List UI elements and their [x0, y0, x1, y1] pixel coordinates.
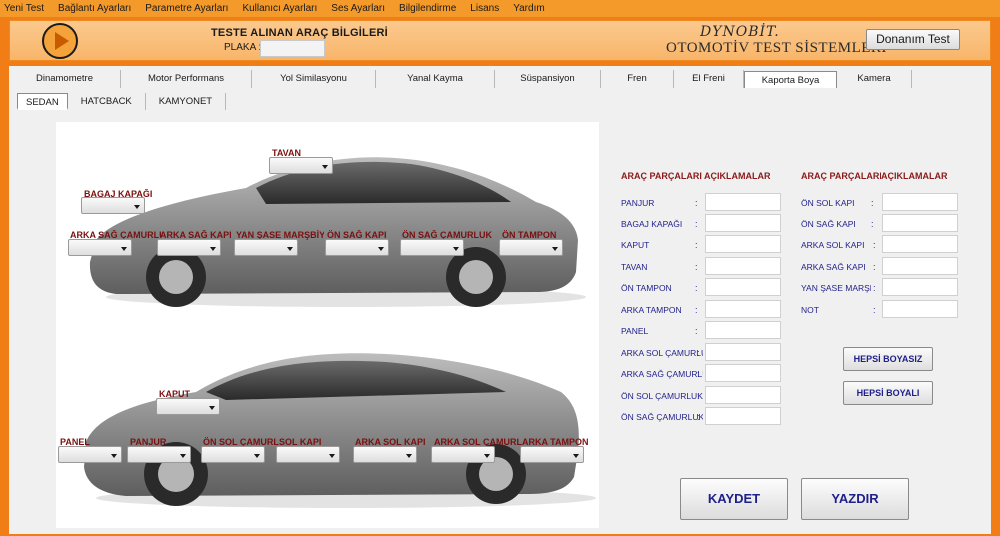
row-label-on-sol-kapi: ÖN SOL KAPI	[801, 198, 855, 208]
menu-yardim[interactable]: Yardım	[513, 3, 545, 14]
dropdown-arka-sol-camurluk[interactable]	[431, 446, 495, 463]
dropdown-arka-sag-camurluk[interactable]	[68, 239, 132, 256]
subtab-sedan[interactable]: SEDAN	[17, 93, 68, 110]
row-label-yan-sase: YAN ŞASE MARŞBİYEL	[801, 283, 871, 293]
menu-kullanici-ayarlari[interactable]: Kullanıcı Ayarları	[242, 3, 317, 14]
tab-suspansiyon[interactable]: Süspansiyon	[495, 70, 601, 88]
header-panel: TESTE ALINAN ARAÇ BİLGİLERİ PLAKA : DYNO…	[9, 20, 991, 61]
donanim-test-button[interactable]: Donanım Test	[866, 29, 960, 50]
input-on-sol-kapi[interactable]	[882, 193, 958, 211]
row-label-arka-tampon: ARKA TAMPON	[621, 305, 682, 315]
row-label-on-sag-camurluk: ÖN SAĞ ÇAMURLUK	[621, 412, 703, 422]
row-label-panjur: PANJUR	[621, 198, 655, 208]
tab-fren[interactable]: Fren	[601, 70, 674, 88]
plaka-input[interactable]	[260, 40, 325, 57]
input-on-sag-camurluk[interactable]	[705, 407, 781, 425]
row-label-not: NOT	[801, 305, 819, 315]
input-panjur[interactable]	[705, 193, 781, 211]
input-yan-sase[interactable]	[882, 278, 958, 296]
dropdown-kaput[interactable]	[156, 398, 220, 415]
dropdown-arka-sag-kapi[interactable]	[157, 239, 221, 256]
row-label-arka-sag-camurluk: ARKA SAĞ ÇAMURLUK	[621, 369, 703, 379]
row-label-panel: PANEL	[621, 326, 649, 336]
left-table-header-part: ARAÇ PARÇALARI	[621, 171, 702, 181]
row-label-on-tampon: ÖN TAMPON	[621, 283, 672, 293]
dropdown-yan-sase[interactable]	[234, 239, 298, 256]
menu-parametre-ayarlari[interactable]: Parametre Ayarları	[145, 3, 228, 14]
car-illustration	[84, 157, 596, 508]
input-kaput[interactable]	[705, 235, 781, 253]
menu-bilgilendirme[interactable]: Bilgilendirme	[399, 3, 456, 14]
dropdown-on-sol-kapi[interactable]	[276, 446, 340, 463]
row-label-bagaj-kapagi: BAGAJ KAPAĞI	[621, 219, 683, 229]
dropdown-on-tampon[interactable]	[499, 239, 563, 256]
tab-dinamometre[interactable]: Dinamometre	[9, 70, 121, 88]
menu-bar: Yeni Test Bağlantı Ayarları Parametre Ay…	[0, 0, 1000, 17]
hepsi-boyali-button[interactable]: HEPSİ BOYALI	[843, 381, 933, 405]
row-label-arka-sag-kapi: ARKA SAĞ KAPI	[801, 262, 866, 272]
input-on-tampon[interactable]	[705, 278, 781, 296]
vehicle-tabs: SEDAN HATCBACK KAMYONET	[17, 93, 227, 110]
dropdown-on-sol-camurluk[interactable]	[201, 446, 265, 463]
input-arka-sag-camurluk[interactable]	[705, 364, 781, 382]
main-panel: Dinamometre Motor Performans Yol Similas…	[9, 66, 991, 534]
input-arka-sag-kapi[interactable]	[882, 257, 958, 275]
hepsi-boyasiz-button[interactable]: HEPSİ BOYASIZ	[843, 347, 933, 371]
menu-lisans[interactable]: Lisans	[470, 3, 499, 14]
input-arka-sol-kapi[interactable]	[882, 235, 958, 253]
plaka-label: PLAKA :	[224, 42, 262, 53]
subtab-hatcback[interactable]: HATCBACK	[68, 93, 146, 110]
dropdown-arka-sol-kapi[interactable]	[353, 446, 417, 463]
brand-subtitle: OTOMOTİV TEST SİSTEMLERİ	[666, 40, 887, 56]
row-label-kaput: KAPUT	[621, 240, 650, 250]
dropdown-panel[interactable]	[58, 446, 122, 463]
dropdown-tavan[interactable]	[269, 157, 333, 174]
dropdown-panjur[interactable]	[127, 446, 191, 463]
row-label-on-sag-kapi: ÖN SAĞ KAPI	[801, 219, 856, 229]
tab-motor-performans[interactable]: Motor Performans	[121, 70, 252, 88]
kaydet-button[interactable]: KAYDET	[680, 478, 788, 520]
input-bagaj-kapagi[interactable]	[705, 214, 781, 232]
input-arka-sol-camurluk[interactable]	[705, 343, 781, 361]
dropdown-on-sag-camurluk[interactable]	[400, 239, 464, 256]
tab-kaporta-boya[interactable]: Kaporta Boya	[744, 71, 837, 88]
right-table-header-desc: AÇIKLAMALAR	[881, 171, 948, 181]
dropdown-arka-tampon[interactable]	[520, 446, 584, 463]
menu-baglanti-ayarlari[interactable]: Bağlantı Ayarları	[58, 3, 131, 14]
menu-yeni-test[interactable]: Yeni Test	[4, 3, 44, 14]
main-tabs: Dinamometre Motor Performans Yol Similas…	[9, 70, 912, 88]
dropdown-bagaj-kapagi[interactable]	[81, 197, 145, 214]
play-logo-icon	[42, 23, 78, 59]
input-not[interactable]	[882, 300, 958, 318]
left-table-header-desc: AÇIKLAMALAR	[704, 171, 771, 181]
brand-logo: DYNOBİT.	[700, 24, 780, 40]
yazdir-button[interactable]: YAZDIR	[801, 478, 909, 520]
input-tavan[interactable]	[705, 257, 781, 275]
row-label-arka-sol-camurluk: ARKA SOL ÇAMURLUK	[621, 348, 703, 358]
right-table-header-part: ARAÇ PARÇALARI	[801, 171, 881, 181]
tab-yanal-kayma[interactable]: Yanal Kayma	[376, 70, 495, 88]
row-label-on-sol-camurluk: ÖN SOL ÇAMURLUK	[621, 391, 703, 401]
tab-yol-similasyonu[interactable]: Yol Similasyonu	[252, 70, 376, 88]
dropdown-on-sag-kapi[interactable]	[325, 239, 389, 256]
row-label-arka-sol-kapi: ARKA SOL KAPI	[801, 240, 865, 250]
input-on-sol-camurluk[interactable]	[705, 386, 781, 404]
page-title: TESTE ALINAN ARAÇ BİLGİLERİ	[211, 27, 388, 39]
car-photo-area: TAVAN BAGAJ KAPAĞI ARKA SAĞ ÇAMURLUK ARK…	[56, 122, 599, 528]
subtab-kamyonet[interactable]: KAMYONET	[146, 93, 227, 110]
row-label-tavan: TAVAN	[621, 262, 648, 272]
tab-el-freni[interactable]: El Freni	[674, 70, 744, 88]
menu-ses-ayarlari[interactable]: Ses Ayarları	[331, 3, 385, 14]
input-panel[interactable]	[705, 321, 781, 339]
input-arka-tampon[interactable]	[705, 300, 781, 318]
input-on-sag-kapi[interactable]	[882, 214, 958, 232]
tab-kamera[interactable]: Kamera	[837, 70, 912, 88]
